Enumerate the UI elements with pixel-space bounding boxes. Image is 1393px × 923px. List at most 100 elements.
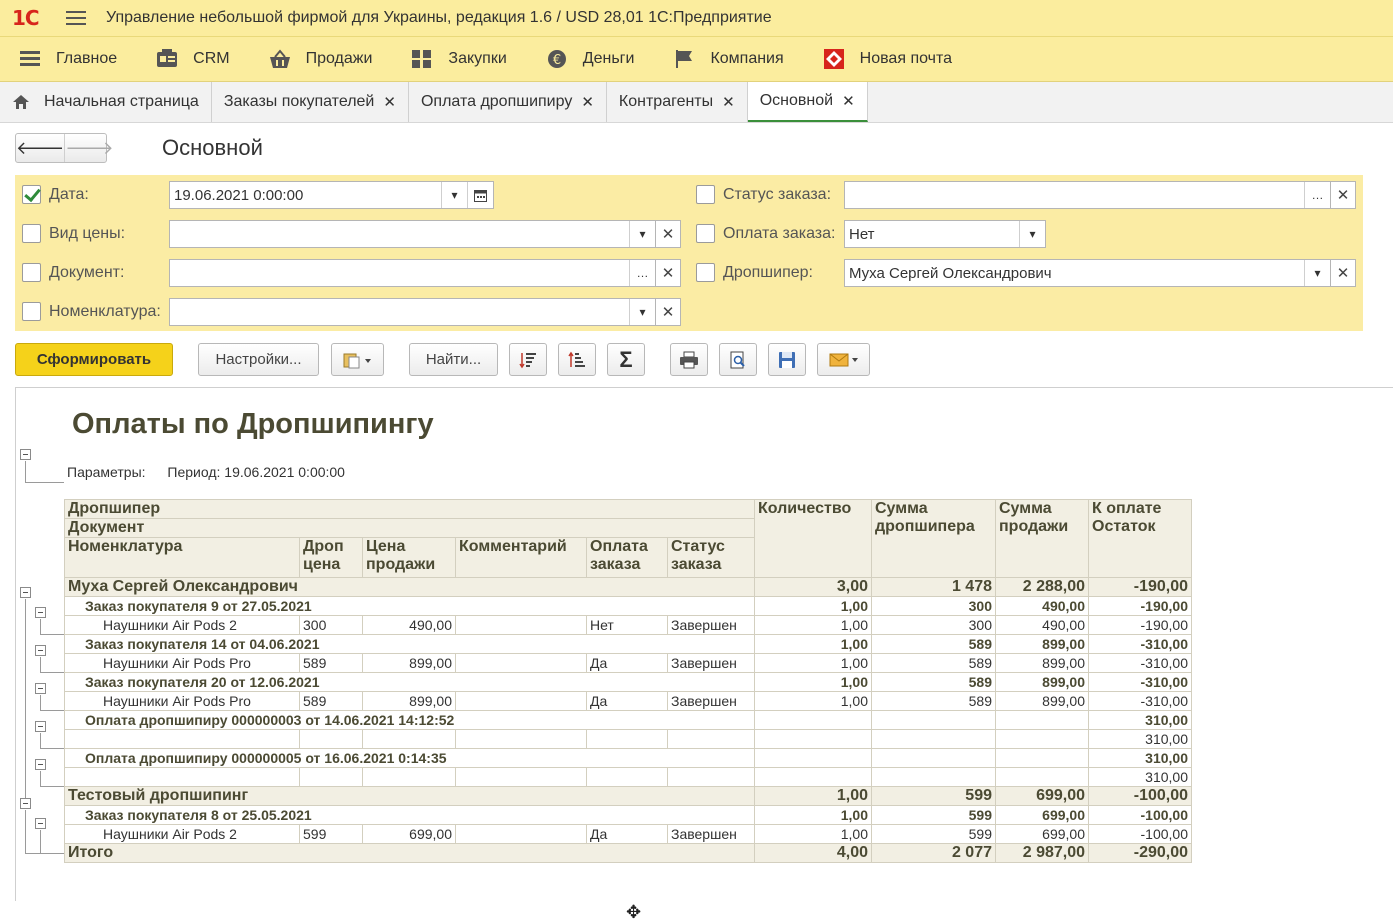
collapse-group-icon[interactable] xyxy=(20,587,31,598)
cell-dropshipper-sum: 300 xyxy=(871,596,996,616)
price-type-field[interactable]: ▾ xyxy=(169,220,656,248)
chevron-down-icon[interactable]: ▾ xyxy=(1019,221,1045,247)
hamburger-menu-icon[interactable] xyxy=(66,11,86,25)
collapse-group-icon[interactable] xyxy=(20,798,31,809)
detail-row[interactable]: 310,00 xyxy=(64,729,1192,749)
menu-item-company[interactable]: Компания xyxy=(672,48,784,70)
tab-main-report[interactable]: Основной ✕ xyxy=(747,82,868,122)
find-button[interactable]: Найти... xyxy=(409,343,498,376)
detail-row[interactable]: Наушники Air Pods Pro 589 899,00 Да Завершен… xyxy=(64,653,1192,673)
tree-line xyxy=(40,634,64,635)
cell-order-payment: Да xyxy=(586,691,668,711)
header-text: К оплате xyxy=(1092,500,1162,517)
document-row[interactable]: Заказ покупателя 9 от 27.05.2021 1,00 300 4… xyxy=(64,596,1192,616)
close-icon[interactable]: ✕ xyxy=(581,93,594,111)
sort-descending-button[interactable] xyxy=(509,343,547,376)
clear-icon[interactable]: ✕ xyxy=(1330,259,1356,287)
report-toolbar: Сформировать Настройки... Найти... Σ xyxy=(0,343,1393,377)
cell-group-name: Тестовый дропшипинг xyxy=(64,786,755,806)
forward-arrow-icon[interactable]: 🡒 xyxy=(64,134,114,162)
clear-icon[interactable]: ✕ xyxy=(655,220,681,248)
cell-nomenclature: Наушники Air Pods Pro xyxy=(64,691,300,711)
generate-button[interactable]: Сформировать xyxy=(15,343,173,376)
collapse-group-icon[interactable] xyxy=(35,818,46,829)
date-checkbox[interactable] xyxy=(22,185,41,204)
document-checkbox[interactable] xyxy=(22,263,41,282)
more-icon[interactable]: … xyxy=(629,260,655,286)
cell-sale-price: 699,00 xyxy=(362,824,456,844)
sum-button[interactable]: Σ xyxy=(607,343,645,376)
document-row[interactable]: Заказ покупателя 8 от 25.05.2021 1,00 599 6… xyxy=(64,805,1192,825)
send-email-button[interactable] xyxy=(817,343,870,376)
chevron-down-icon[interactable]: ▾ xyxy=(629,299,655,325)
nomenclature-field[interactable]: ▾ xyxy=(169,298,656,326)
document-row[interactable]: Заказ покупателя 14 от 04.06.2021 1,00 589… xyxy=(64,634,1192,654)
collapse-group-icon[interactable] xyxy=(35,607,46,618)
nomenclature-checkbox[interactable] xyxy=(22,302,41,321)
cell-order-status xyxy=(667,767,755,787)
chevron-down-icon[interactable]: ▾ xyxy=(1304,260,1330,286)
document-field[interactable]: … xyxy=(169,259,656,287)
tab-counterparties[interactable]: Контрагенты ✕ xyxy=(607,82,748,122)
move-cursor-icon: ✥ xyxy=(626,902,642,922)
order-status-field[interactable]: … xyxy=(844,181,1331,209)
collapse-header-icon[interactable] xyxy=(20,449,31,460)
collapse-group-icon[interactable] xyxy=(35,721,46,732)
settings-button[interactable]: Настройки... xyxy=(198,343,319,376)
dropshipper-field[interactable]: Муха Сергей Олександрович ▾ xyxy=(844,259,1331,287)
detail-row[interactable]: Наушники Air Pods 2 599 699,00 Да Завершен 1,… xyxy=(64,824,1192,844)
document-row[interactable]: Оплата дропшипиру 000000005 от 16.06.202… xyxy=(64,748,1192,768)
tree-line xyxy=(40,619,41,634)
collapse-group-icon[interactable] xyxy=(35,645,46,656)
tab-dropshipper-payment[interactable]: Оплата дропшипиру ✕ xyxy=(409,82,607,122)
header-text: Цена xyxy=(366,538,406,555)
preview-button[interactable] xyxy=(719,343,757,376)
chevron-down-icon[interactable]: ▾ xyxy=(441,182,467,208)
menu-item-sales[interactable]: Продажи xyxy=(268,48,372,70)
group-row[interactable]: Тестовый дропшипинг 1,00 599 699,00 -100,00 xyxy=(64,786,1192,806)
filter-document-row: Документ: xyxy=(22,263,124,282)
clear-icon[interactable]: ✕ xyxy=(1330,181,1356,209)
price-type-checkbox[interactable] xyxy=(22,224,41,243)
report-variants-icon xyxy=(343,351,373,369)
cell-order-payment xyxy=(586,767,668,787)
tab-home[interactable]: Начальная страница xyxy=(0,82,212,122)
variants-button[interactable] xyxy=(331,343,384,376)
clear-icon[interactable]: ✕ xyxy=(655,298,681,326)
menu-item-nova-poshta[interactable]: Новая почта xyxy=(822,48,952,70)
collapse-group-icon[interactable] xyxy=(35,759,46,770)
collapse-group-icon[interactable] xyxy=(35,683,46,694)
basket-icon xyxy=(268,48,292,70)
close-icon[interactable]: ✕ xyxy=(842,92,855,110)
calendar-icon[interactable] xyxy=(467,182,493,208)
close-icon[interactable]: ✕ xyxy=(383,93,396,111)
col-to-pay: К оплате Остаток xyxy=(1088,499,1192,578)
order-payment-checkbox[interactable] xyxy=(696,224,715,243)
clear-icon[interactable]: ✕ xyxy=(655,259,681,287)
tab-customer-orders[interactable]: Заказы покупателей ✕ xyxy=(212,82,409,122)
menu-item-purchases[interactable]: Закупки xyxy=(410,48,507,70)
cell-quantity xyxy=(754,729,872,749)
save-button[interactable] xyxy=(768,343,806,376)
dropshipper-checkbox[interactable] xyxy=(696,263,715,282)
document-row[interactable]: Заказ покупателя 20 от 12.06.2021 1,00 589… xyxy=(64,672,1192,692)
sort-ascending-button[interactable] xyxy=(558,343,596,376)
order-payment-field[interactable]: Нет ▾ xyxy=(844,220,1046,248)
menu-item-crm[interactable]: CRM xyxy=(155,48,230,70)
order-status-checkbox[interactable] xyxy=(696,185,715,204)
chevron-down-icon[interactable]: ▾ xyxy=(629,221,655,247)
group-row[interactable]: Муха Сергей Олександрович 3,00 1 478 2 288,… xyxy=(64,577,1192,597)
app-logo[interactable]: 1С xyxy=(12,6,56,30)
date-field[interactable]: 19.06.2021 0:00:00 ▾ xyxy=(169,181,494,209)
detail-row[interactable]: 310,00 xyxy=(64,767,1192,787)
detail-row[interactable]: Наушники Air Pods 2 300 490,00 Нет Завершен 1… xyxy=(64,615,1192,635)
menu-item-money[interactable]: € Деньги xyxy=(545,48,634,70)
menu-item-main[interactable]: Главное xyxy=(18,48,117,70)
print-button[interactable] xyxy=(670,343,708,376)
close-icon[interactable]: ✕ xyxy=(722,93,735,111)
back-arrow-icon[interactable]: 🡐 xyxy=(16,134,64,162)
detail-row[interactable]: Наушники Air Pods Pro 589 899,00 Да Завершен… xyxy=(64,691,1192,711)
more-icon[interactable]: … xyxy=(1304,182,1330,208)
total-row[interactable]: Итого 4,00 2 077 2 987,00 -290,00 xyxy=(64,843,1192,863)
document-row[interactable]: Оплата дропшипиру 000000003 от 14.06.202… xyxy=(64,710,1192,730)
